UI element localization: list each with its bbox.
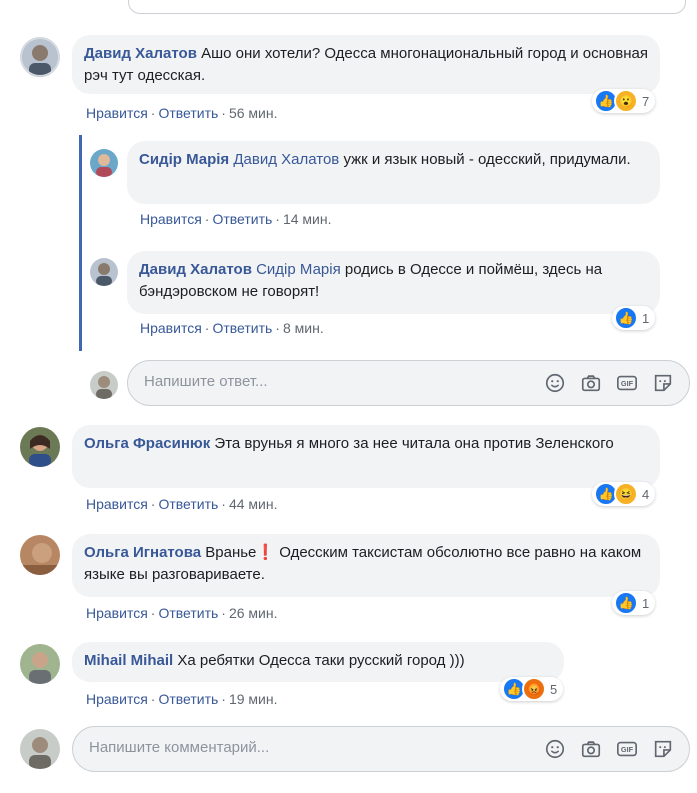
- haha-reaction-icon: 😆: [614, 482, 638, 506]
- like-link[interactable]: Нравится: [140, 320, 202, 336]
- like-link[interactable]: Нравится: [86, 496, 148, 512]
- comment-bubble: Mihail Mihail Ха ребятки Одесса таки рус…: [72, 642, 564, 682]
- comment-author[interactable]: Ольга Фрасинюк: [84, 435, 210, 452]
- mention-link[interactable]: Давид Халатов: [233, 151, 339, 168]
- reactions-summary[interactable]: 👍 😆 4: [592, 482, 656, 506]
- comment-text: ужк и язык новый - одесский, придумали.: [343, 151, 631, 168]
- reply-placeholder: Напишите ответ...: [144, 373, 268, 390]
- timestamp[interactable]: 44 мин.: [229, 496, 278, 512]
- gif-icon[interactable]: GIF: [615, 738, 639, 760]
- reactions-summary[interactable]: 👍 1: [612, 306, 656, 330]
- comment-bubble: Давид Халатов Ашо они хотели? Одесса мно…: [72, 35, 660, 94]
- reply-link[interactable]: Ответить: [212, 211, 272, 227]
- comment-author[interactable]: Mihail Mihail: [84, 652, 173, 669]
- comment-author[interactable]: Давид Халатов: [84, 45, 197, 62]
- reaction-count: 1: [642, 310, 650, 326]
- comment-author[interactable]: Ольга Игнатова: [84, 544, 201, 561]
- reaction-count: 4: [642, 486, 650, 502]
- emoji-icon[interactable]: [543, 738, 567, 760]
- reply-bubble: Давид Халатов Сидір Марія родись в Одесс…: [127, 251, 660, 314]
- comment-author[interactable]: Сидір Марія: [139, 151, 229, 168]
- comment-actions: Нравится · Ответить · 14 мин.: [140, 211, 332, 227]
- like-link[interactable]: Нравится: [140, 211, 202, 227]
- comment-actions: Нравится · Ответить · 19 мин.: [86, 691, 278, 707]
- comment-actions: Нравится · Ответить · 26 мин.: [86, 605, 278, 621]
- reply-bubble: Сидір Марія Давид Халатов ужк и язык нов…: [127, 141, 660, 204]
- like-reaction-icon: 👍: [614, 591, 638, 615]
- comment-bubble: Ольга Фрасинюк Эта врунья я много за нее…: [72, 425, 660, 488]
- reply-input[interactable]: Напишите ответ... GIF: [127, 360, 690, 406]
- reply-link[interactable]: Ответить: [212, 320, 272, 336]
- reactions-summary[interactable]: 👍 😡 5: [500, 677, 564, 701]
- comment-actions: Нравится · Ответить · 8 мин.: [140, 320, 324, 336]
- sticker-icon[interactable]: [651, 372, 675, 394]
- timestamp[interactable]: 8 мин.: [283, 320, 324, 336]
- reaction-count: 7: [642, 93, 650, 109]
- comment-text: Ха ребятки Одесса таки русский город ))): [177, 652, 465, 669]
- emoji-icon[interactable]: [543, 372, 567, 394]
- comment-author[interactable]: Давид Халатов: [139, 261, 252, 278]
- avatar[interactable]: [20, 644, 60, 684]
- camera-icon[interactable]: [579, 738, 603, 760]
- reactions-summary[interactable]: 👍 1: [612, 591, 656, 615]
- reply-link[interactable]: Ответить: [158, 496, 218, 512]
- like-link[interactable]: Нравится: [86, 691, 148, 707]
- like-link[interactable]: Нравится: [86, 105, 148, 121]
- comment-text: Эта врунья я много за нее читала она про…: [214, 435, 614, 452]
- wow-reaction-icon: 😮: [614, 89, 638, 113]
- reply-link[interactable]: Ответить: [158, 105, 218, 121]
- avatar[interactable]: [90, 258, 118, 286]
- svg-text:GIF: GIF: [621, 745, 634, 754]
- avatar[interactable]: [20, 427, 60, 467]
- avatar: [90, 371, 118, 399]
- reply-link[interactable]: Ответить: [158, 605, 218, 621]
- reactions-summary[interactable]: 👍 😮 7: [592, 89, 656, 113]
- gif-icon[interactable]: GIF: [615, 372, 639, 394]
- comment-actions: Нравится · Ответить · 56 мин.: [86, 105, 278, 121]
- avatar: [20, 729, 60, 769]
- comment-placeholder: Напишите комментарий...: [89, 739, 270, 756]
- avatar[interactable]: [20, 535, 60, 575]
- reply-link[interactable]: Ответить: [158, 691, 218, 707]
- timestamp[interactable]: 19 мин.: [229, 691, 278, 707]
- comment-actions: Нравится · Ответить · 44 мин.: [86, 496, 278, 512]
- timestamp[interactable]: 14 мин.: [283, 211, 332, 227]
- svg-text:GIF: GIF: [621, 379, 634, 388]
- camera-icon[interactable]: [579, 372, 603, 394]
- reaction-count: 5: [550, 681, 558, 697]
- timestamp[interactable]: 56 мин.: [229, 105, 278, 121]
- comment-bubble: Ольга Игнатова Вранье❗ Одесским таксиста…: [72, 534, 660, 597]
- like-link[interactable]: Нравится: [86, 605, 148, 621]
- reply-thread-line: [79, 135, 82, 351]
- avatar[interactable]: [20, 37, 60, 77]
- mention-link[interactable]: Сидір Марія: [256, 261, 341, 278]
- previous-reply-input[interactable]: [128, 0, 686, 14]
- avatar[interactable]: [90, 149, 118, 177]
- reaction-count: 1: [642, 595, 650, 611]
- timestamp[interactable]: 26 мин.: [229, 605, 278, 621]
- angry-reaction-icon: 😡: [522, 677, 546, 701]
- comment-input[interactable]: Напишите комментарий... GIF: [72, 726, 690, 772]
- sticker-icon[interactable]: [651, 738, 675, 760]
- like-reaction-icon: 👍: [614, 306, 638, 330]
